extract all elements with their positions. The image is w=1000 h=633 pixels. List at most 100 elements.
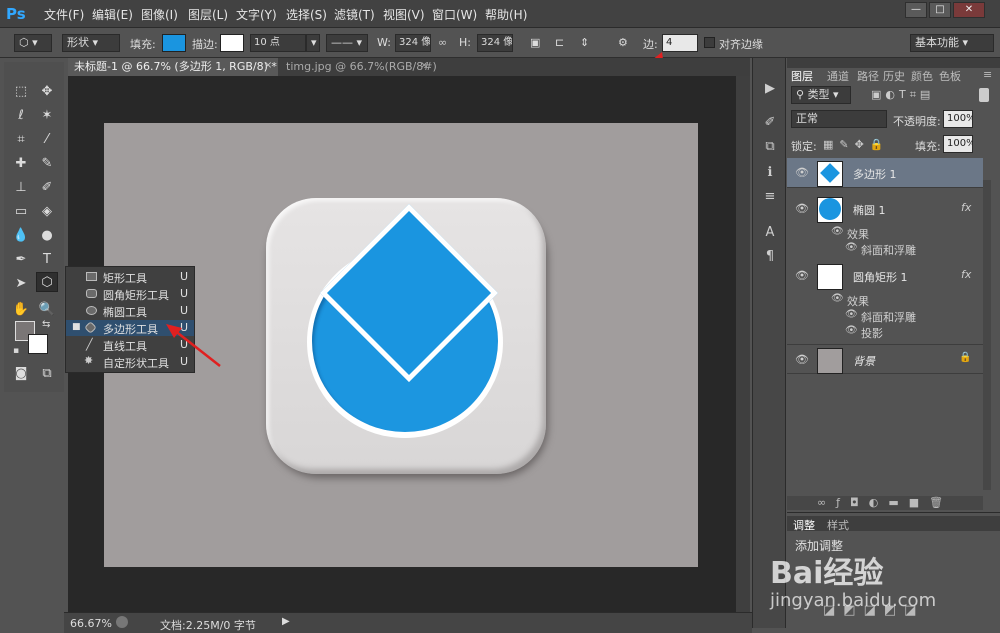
menu-image[interactable]: 图像(I)	[141, 6, 178, 23]
menu-select[interactable]: 选择(S)	[286, 6, 327, 23]
menu-window[interactable]: 窗口(W)	[432, 6, 477, 23]
visibility-eye-icon[interactable]: 👁	[831, 293, 844, 304]
path-align-icon[interactable]: ⊏	[555, 36, 564, 49]
info-icon[interactable]: ℹ	[761, 164, 779, 182]
history-brush-icon[interactable]: ✐	[36, 178, 58, 198]
canvas-scrollbar[interactable]	[736, 76, 750, 612]
flyout-item-rectangle[interactable]: 矩形工具 U	[66, 269, 194, 285]
effects-row[interactable]: 👁 效果	[787, 293, 983, 309]
layer-background[interactable]: 👁 背景 🔒	[787, 344, 983, 374]
workspace-select[interactable]: 基本功能 ▾	[910, 34, 994, 52]
menu-help[interactable]: 帮助(H)	[485, 6, 527, 23]
effects-row[interactable]: 👁 效果	[787, 226, 983, 242]
height-input[interactable]: 324 像	[477, 34, 513, 52]
visibility-eye-icon[interactable]: 👁	[795, 166, 809, 179]
move-tool-icon[interactable]: ✥	[36, 82, 58, 102]
quick-mask-icon[interactable]: ◙	[10, 364, 32, 384]
effect-bevel-row[interactable]: 👁 斜面和浮雕	[787, 242, 983, 258]
polygon-tool-icon[interactable]: ⬡	[36, 272, 58, 292]
mode-select[interactable]: 形状 ▾	[62, 34, 120, 52]
close-tab-icon[interactable]: ×	[264, 60, 272, 71]
link-icon[interactable]: ∞	[438, 36, 447, 49]
tab-channels[interactable]: 通道	[827, 68, 849, 84]
screen-mode-icon[interactable]: ⧉	[36, 364, 58, 384]
minimize-icon[interactable]: —	[905, 2, 927, 18]
play-icon[interactable]: ▶	[761, 80, 779, 98]
clone-source-icon[interactable]: ⧉	[761, 138, 779, 156]
tab-layers[interactable]: 图层	[791, 68, 813, 84]
fx-icon[interactable]: fx	[961, 201, 971, 214]
tab-styles[interactable]: 样式	[827, 517, 849, 533]
visibility-eye-icon[interactable]: 👁	[831, 226, 844, 237]
default-colors-icon[interactable]: ▪	[13, 346, 19, 356]
dodge-tool-icon[interactable]: ●	[36, 226, 58, 246]
layer-polygon[interactable]: 👁 多边形 1	[787, 158, 983, 188]
lock-icons[interactable]: ▦✎✥🔒	[823, 138, 890, 151]
healing-brush-icon[interactable]: ✚	[10, 154, 32, 174]
filter-toggle-icon[interactable]	[979, 88, 989, 102]
tab-history[interactable]: 历史	[883, 68, 905, 84]
type-tool-icon[interactable]: T	[36, 250, 58, 270]
menu-layer[interactable]: 图层(L)	[188, 6, 228, 23]
visibility-eye-icon[interactable]: 👁	[795, 269, 809, 282]
layer-filter-icons[interactable]: ▣◐T⌗▤	[871, 88, 934, 102]
zoom-level[interactable]: 66.67%	[70, 617, 112, 630]
tab-swatches[interactable]: 色板	[939, 68, 961, 84]
menu-view[interactable]: 视图(V)	[383, 6, 425, 23]
paragraph-icon[interactable]: ¶	[761, 248, 779, 266]
close-tab-icon[interactable]: ×	[420, 60, 428, 71]
doc-tab[interactable]: timg.jpg @ 66.7%(RGB/8#)	[280, 58, 440, 76]
menu-type[interactable]: 文字(Y)	[236, 6, 277, 23]
character-icon[interactable]: A	[761, 224, 779, 242]
tool-preset-picker[interactable]: ⬡ ▾	[14, 34, 52, 52]
fx-icon[interactable]: fx	[961, 268, 971, 281]
blend-mode-select[interactable]: 正常	[791, 110, 887, 128]
visibility-eye-icon[interactable]: 👁	[795, 202, 809, 215]
menu-file[interactable]: 文件(F)	[44, 6, 84, 23]
visibility-eye-icon[interactable]: 👁	[795, 353, 809, 366]
flyout-item-rounded-rectangle[interactable]: 圆角矩形工具 U	[66, 286, 194, 302]
crop-tool-icon[interactable]: ⌗	[10, 130, 32, 150]
visibility-eye-icon[interactable]: 👁	[845, 309, 858, 320]
magic-wand-icon[interactable]: ✶	[36, 106, 58, 126]
flyout-item-ellipse[interactable]: 椭圆工具 U	[66, 303, 194, 319]
brush-panel-icon[interactable]: ✐	[761, 114, 779, 132]
maximize-icon[interactable]: □	[929, 2, 951, 18]
menu-filter[interactable]: 滤镜(T)	[334, 6, 375, 23]
layer-filter-select[interactable]: ⚲ 类型 ▾	[791, 86, 851, 104]
width-input[interactable]: 324 像	[395, 34, 431, 52]
layer-ellipse[interactable]: 👁 椭圆 1 fx	[787, 194, 983, 224]
visibility-eye-icon[interactable]: 👁	[845, 242, 858, 253]
status-menu-arrow-icon[interactable]: ▶	[282, 616, 290, 627]
path-arrange-icon[interactable]: ⇕	[580, 36, 589, 49]
brush-tool-icon[interactable]: ✎	[36, 154, 58, 174]
lasso-tool-icon[interactable]: ℓ	[10, 106, 32, 126]
panel-menu-icon[interactable]: ≡	[983, 68, 992, 81]
effect-shadow-row[interactable]: 👁 投影	[787, 325, 983, 341]
opacity-input[interactable]: 100%	[943, 110, 973, 128]
visibility-eye-icon[interactable]: 👁	[845, 325, 858, 336]
fill-swatch[interactable]	[162, 34, 186, 52]
path-operations-icon[interactable]: ▣	[530, 36, 540, 49]
pen-tool-icon[interactable]: ✒	[10, 250, 32, 270]
eraser-icon[interactable]: ▭	[10, 202, 32, 222]
stroke-type-select[interactable]: —— ▾	[326, 34, 368, 52]
stroke-width-dropdown[interactable]: ▾	[306, 34, 320, 52]
clone-stamp-icon[interactable]: ⊥	[10, 178, 32, 198]
path-select-icon[interactable]: ➤	[10, 274, 32, 294]
stroke-width-input[interactable]: 10 点	[250, 34, 306, 52]
swap-colors-icon[interactable]: ⇆	[42, 319, 50, 330]
blur-tool-icon[interactable]: 💧	[10, 226, 32, 246]
fill-input[interactable]: 100%	[943, 135, 973, 153]
background-color-swatch[interactable]	[28, 334, 48, 354]
layer-rounded-rect[interactable]: 👁 圆角矩形 1 fx	[787, 261, 983, 291]
layers-scrollbar[interactable]	[983, 180, 991, 490]
doc-tab-active[interactable]: 未标题-1 @ 66.7% (多边形 1, RGB/8) *	[68, 58, 278, 76]
layers-footer-icons[interactable]: ∞ƒ◘◐▬■🗑	[787, 496, 983, 510]
close-icon[interactable]: ✕	[953, 2, 985, 18]
tab-paths[interactable]: 路径	[857, 68, 879, 84]
tab-adjustments[interactable]: 调整	[793, 517, 815, 533]
menu-edit[interactable]: 编辑(E)	[92, 6, 133, 23]
properties-icon[interactable]: ≡	[761, 188, 779, 206]
tab-color[interactable]: 颜色	[911, 68, 933, 84]
